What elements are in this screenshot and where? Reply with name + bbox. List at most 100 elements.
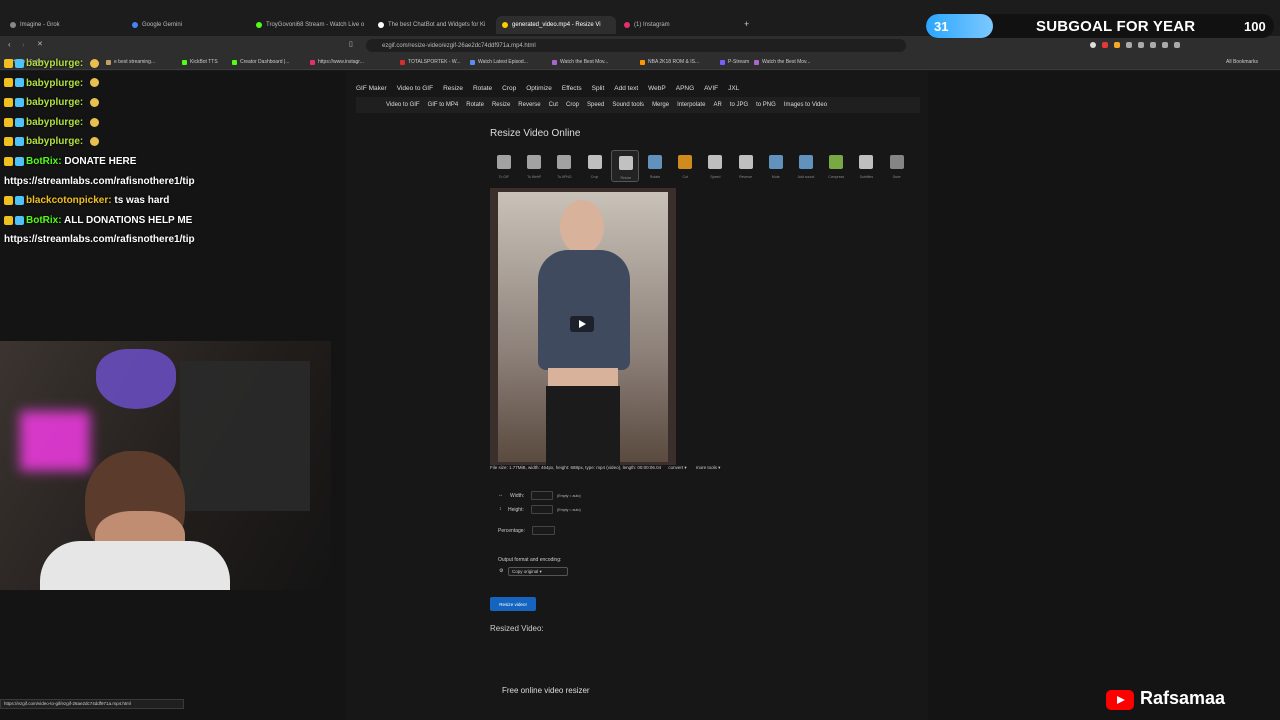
- bookmark-item[interactable]: https://www.instagr...: [310, 59, 364, 65]
- tool-rotate[interactable]: Rotate: [641, 150, 669, 182]
- stop-icon[interactable]: ✕: [37, 40, 43, 48]
- subnav-item-to-png[interactable]: to PNG: [756, 102, 776, 108]
- subnav-item-cut[interactable]: Cut: [549, 102, 558, 108]
- chat-badge-icon: [4, 196, 13, 206]
- resize-video-button[interactable]: Resize video!: [490, 597, 536, 611]
- tool-to-gif[interactable]: To GIF: [490, 150, 518, 182]
- nav-item-crop[interactable]: Crop: [502, 85, 516, 92]
- bookmark-item[interactable]: Creator Dashboard |...: [232, 59, 289, 65]
- nav-item-optimize[interactable]: Optimize: [526, 85, 552, 92]
- percentage-input[interactable]: [532, 526, 555, 535]
- webcam-feed: [0, 341, 331, 590]
- output-format-select[interactable]: Copy original ▾: [508, 567, 568, 576]
- bookmark-favicon-icon: [754, 59, 759, 65]
- subtitles-icon: [859, 155, 874, 169]
- nav-item-effects[interactable]: Effects: [562, 85, 582, 92]
- tool-reverse[interactable]: Reverse: [732, 150, 760, 182]
- bookmark-item[interactable]: P-Stream: [720, 59, 749, 65]
- tab-6[interactable]: (1) Instagram: [618, 16, 738, 34]
- subnav-item-ar[interactable]: AR: [713, 102, 721, 108]
- bookmark-item[interactable]: e best streaming...: [106, 59, 155, 65]
- subnav-item-to-jpg[interactable]: to JPG: [730, 102, 748, 108]
- tab-5[interactable]: generated_video.mp4 - Resize Vi: [496, 16, 616, 34]
- height-input[interactable]: [531, 505, 553, 514]
- nav-item-resize[interactable]: Resize: [443, 85, 463, 92]
- nav-item-split[interactable]: Split: [592, 85, 605, 92]
- tab-4[interactable]: The best ChatBot and Widgets for Ki: [372, 16, 492, 34]
- chat-message: https://streamlabs.com/rafisnothere1/tip: [4, 175, 195, 187]
- bookmark-item[interactable]: NBA 2K18 ROM & IS...: [640, 59, 699, 65]
- tool-add-sound[interactable]: Add sound: [792, 150, 820, 182]
- tab-2[interactable]: Google Gemini: [126, 16, 246, 34]
- scissors-icon: [678, 155, 693, 169]
- all-bookmarks[interactable]: All Bookmarks: [1226, 59, 1258, 65]
- extension-icons[interactable]: [1090, 40, 1274, 50]
- subnav-item-gif-to-mp4[interactable]: GIF to MP4: [428, 102, 459, 108]
- resize-icon: [618, 156, 633, 170]
- bookmark-item[interactable]: Watch the Best Mov...: [754, 59, 810, 65]
- tool-to-apng[interactable]: To APNG: [550, 150, 578, 182]
- forward-icon[interactable]: ›: [22, 40, 25, 49]
- chat-line: https://streamlabs.com/rafisnothere1/tip: [4, 234, 195, 245]
- tool-label: Subtitles: [859, 175, 874, 179]
- nav-item-avif[interactable]: AVIF: [704, 85, 718, 92]
- subnav-item-interpolate[interactable]: Interpolate: [677, 102, 705, 108]
- tool-icons: To GIF To WebP To APNG Crop Resize Rotate Cut S…: [490, 150, 910, 184]
- subnav-item-speed[interactable]: Speed: [587, 102, 604, 108]
- tab-1[interactable]: Imagine - Grok: [4, 16, 124, 34]
- tool-resize[interactable]: Resize: [610, 150, 639, 182]
- chat-message: DONATE HERE: [64, 156, 137, 167]
- subnav-item-reverse[interactable]: Reverse: [518, 102, 540, 108]
- tool-speed[interactable]: Speed: [701, 150, 729, 182]
- nav-item-rotate[interactable]: Rotate: [473, 85, 492, 92]
- new-tab-button[interactable]: +: [744, 19, 749, 29]
- tool-crop[interactable]: Crop: [581, 150, 609, 182]
- bookmark-item[interactable]: Watch the Best Mov...: [552, 59, 608, 65]
- bookmark-item[interactable]: TOTALSPORTEK - W...: [400, 59, 461, 65]
- width-input[interactable]: [531, 491, 553, 500]
- tool-to-webp[interactable]: To WebP: [520, 150, 548, 182]
- nav-item-video-to-gif[interactable]: Video to GIF: [397, 85, 433, 92]
- url-input[interactable]: ezgif.com/resize-video/ezgif-26ae2dc74dd…: [366, 39, 906, 52]
- bookmark-favicon-icon: [400, 59, 405, 65]
- tool-cut[interactable]: Cut: [671, 150, 699, 182]
- bookmark-label: Watch the Best Mov...: [560, 59, 609, 65]
- chat-username: blackcotonpicker:: [26, 195, 112, 207]
- subnav-item-rotate[interactable]: Rotate: [466, 102, 484, 108]
- nav-item-add-text[interactable]: Add text: [614, 85, 638, 92]
- chat-line: blackcotonpicker: ts was hard: [4, 195, 169, 206]
- video-preview[interactable]: [490, 188, 676, 465]
- chat-message: ts was hard: [114, 195, 170, 207]
- height-hint: (Empty = auto): [557, 508, 581, 512]
- bookmark-favicon-icon: [310, 59, 315, 65]
- tool-save[interactable]: Save: [883, 150, 911, 182]
- tool-subtitles[interactable]: Subtitles: [852, 150, 880, 182]
- bookmark-icon[interactable]: ▯: [349, 40, 353, 48]
- nav-item-apng[interactable]: APNG: [676, 85, 694, 92]
- subnav-item-video-to-gif[interactable]: Video to GIF: [386, 102, 420, 108]
- subnav-item-images-to-video[interactable]: Images to Video: [784, 102, 827, 108]
- nav-item-jxl[interactable]: JXL: [728, 85, 739, 92]
- more-tools-dropdown[interactable]: more tools ▾: [696, 465, 721, 470]
- subnav-item-resize[interactable]: Resize: [492, 102, 510, 108]
- nav-item-gif-maker[interactable]: GIF Maker: [356, 85, 387, 92]
- convert-dropdown[interactable]: convert ▾: [668, 465, 686, 470]
- subnav-item-sound-tools[interactable]: Sound tools: [612, 102, 644, 108]
- bookmark-item[interactable]: KickBot TTS: [182, 59, 218, 65]
- tool-mute[interactable]: Mute: [762, 150, 790, 182]
- bookmark-favicon-icon: [552, 59, 557, 65]
- nav-item-webp[interactable]: WebP: [648, 85, 666, 92]
- emote-icon: [90, 117, 100, 127]
- bookmarks-bar: Home | Twitter e best streaming... KickBot…: [0, 56, 1280, 70]
- back-icon[interactable]: ‹: [8, 40, 11, 49]
- main-nav: GIF Maker Video to GIF Resize Rotate Crop Opt…: [356, 81, 920, 95]
- tab-3[interactable]: TroyGovoni68 Stream - Watch Live o: [250, 16, 370, 34]
- tool-compress[interactable]: Compress: [822, 150, 850, 182]
- subnav-item-merge[interactable]: Merge: [652, 102, 669, 108]
- play-button[interactable]: [570, 316, 594, 332]
- resized-video-heading: Resized Video:: [490, 624, 544, 633]
- subgoal-text: SUBGOAL FOR YEAR: [1036, 18, 1196, 35]
- subnav-item-crop[interactable]: Crop: [566, 102, 579, 108]
- bookmark-label: Watch the Best Mov...: [762, 59, 811, 65]
- bookmark-item[interactable]: Watch Latest Episod...: [470, 59, 528, 65]
